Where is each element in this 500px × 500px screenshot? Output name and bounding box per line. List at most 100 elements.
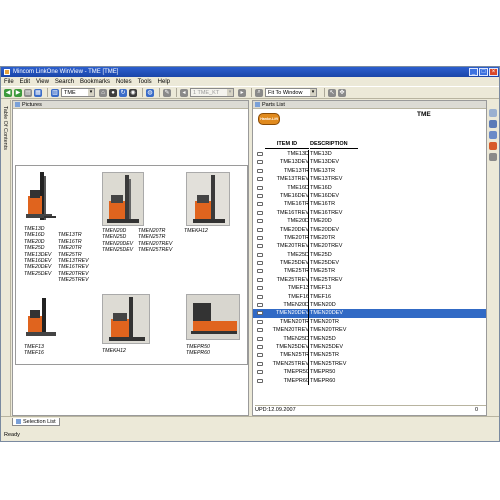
table-row[interactable]: TMEN25D TMEN25D	[253, 334, 486, 343]
flag-icon[interactable]	[489, 142, 497, 150]
part-link-icon[interactable]	[257, 235, 263, 240]
part-link-icon[interactable]	[257, 244, 263, 249]
table-row[interactable]: TME25DEV TME25DEV	[253, 259, 486, 268]
part-link-icon[interactable]	[257, 378, 263, 383]
table-row[interactable]: TMEN25TREV TMEN25TREV	[253, 359, 486, 369]
part-link-icon[interactable]	[257, 210, 263, 215]
refresh-icon[interactable]: ↻	[119, 88, 127, 97]
menu-file[interactable]: File	[4, 79, 14, 85]
part-link-icon[interactable]	[257, 252, 263, 257]
globe-icon[interactable]: ◍	[146, 88, 154, 97]
menu-tools[interactable]: Tools	[138, 79, 152, 85]
part-link-icon[interactable]	[257, 261, 263, 266]
minimize-button[interactable]: _	[469, 68, 478, 76]
pan-icon[interactable]: ✥	[338, 88, 346, 97]
page-combo[interactable]: 1 TME_KT ▾	[190, 88, 234, 97]
thumbnail-4[interactable]: TMEF13 TMEF16	[16, 290, 96, 366]
table-row[interactable]: TMEN25DEV TMEN25DEV	[253, 342, 486, 352]
part-link-icon[interactable]	[257, 202, 263, 207]
menu-bookmarks[interactable]: Bookmarks	[80, 79, 110, 85]
table-row[interactable]: TME16D TME16D	[253, 183, 486, 192]
table-row[interactable]: TME20DEV TME20DEV	[253, 225, 486, 234]
home-icon[interactable]: ⌂	[99, 88, 107, 97]
part-link-icon[interactable]	[257, 361, 263, 366]
table-row[interactable]: TME16DEV TME16DEV	[253, 191, 486, 201]
part-link-icon[interactable]	[257, 177, 263, 182]
part-link-icon[interactable]	[257, 193, 263, 198]
part-link-icon[interactable]	[257, 311, 263, 316]
part-link-icon[interactable]	[257, 185, 263, 190]
part-link-icon[interactable]	[257, 286, 263, 291]
part-link-icon[interactable]	[257, 328, 263, 333]
link-icon[interactable]	[489, 131, 497, 139]
part-link-icon[interactable]	[257, 152, 263, 156]
part-link-icon[interactable]	[257, 269, 263, 274]
forward-icon[interactable]: ▶	[14, 88, 22, 97]
zoom-icon[interactable]: ⌕	[255, 88, 263, 97]
page-icon[interactable]	[489, 109, 497, 117]
table-row[interactable]: TMEN20D TMEN20D	[253, 301, 486, 310]
table-row[interactable]: TME13D TME13D	[253, 150, 486, 159]
stop-icon[interactable]: ●	[109, 88, 117, 97]
table-row[interactable]: TME25TR TME25TR	[253, 267, 486, 276]
table-row[interactable]: TMEN25TR TMEN25TR	[253, 351, 486, 360]
table-row[interactable]: TMEPR60 TMEPR60	[253, 376, 486, 385]
table-row[interactable]: TME25D TME25D	[253, 250, 486, 260]
part-link-icon[interactable]	[257, 227, 263, 232]
table-row[interactable]: TMEPR50 TMEPR50	[253, 368, 486, 377]
table-row[interactable]: TME20TREV TME20TREV	[253, 242, 486, 251]
thumbnail-3[interactable]: TMEKH12	[182, 166, 248, 286]
part-link-icon[interactable]	[257, 168, 263, 173]
column-header-item-id[interactable]: ITEM ID	[265, 141, 309, 149]
table-of-contents-tab[interactable]: Table Of Contents	[1, 100, 11, 416]
part-link-icon[interactable]	[257, 336, 263, 341]
part-link-icon[interactable]	[257, 160, 263, 165]
back-icon[interactable]: ◀	[4, 88, 12, 97]
table-row[interactable]: TME16TREV TME16TREV	[253, 208, 486, 218]
settings-icon[interactable]	[489, 153, 497, 161]
thumbnail-6[interactable]: TMEPR50 TMEPR60	[182, 290, 248, 366]
table-row[interactable]: TMEN20TR TMEN20TR	[253, 317, 486, 327]
menu-help[interactable]: Help	[158, 79, 170, 85]
part-link-icon[interactable]	[257, 277, 263, 282]
part-link-icon[interactable]	[257, 294, 263, 299]
menu-view[interactable]: View	[36, 79, 49, 85]
menu-notes[interactable]: Notes	[116, 79, 132, 85]
page-prev-icon[interactable]: ◂	[180, 88, 188, 97]
part-link-icon[interactable]	[257, 219, 263, 224]
thumbnail-1[interactable]: TME13D TME16D TME20D TME25D TME13DEV TME…	[16, 166, 96, 286]
close-button[interactable]: ×	[489, 68, 498, 76]
thumbnail-5[interactable]: TMEKH12	[100, 290, 180, 366]
table-row[interactable]: TME20TR TME20TR	[253, 233, 486, 243]
bookmark-icon[interactable]: ✎	[163, 88, 171, 97]
table-row[interactable]: TME20D TME20D	[253, 217, 486, 226]
menu-edit[interactable]: Edit	[20, 79, 30, 85]
part-link-icon[interactable]	[257, 370, 263, 375]
hotspot-icon[interactable]: ↖	[328, 88, 336, 97]
table-row[interactable]: TMEN20DEV TMEN20DEV	[253, 309, 486, 318]
table-row[interactable]: TME25TREV TME25TREV	[253, 275, 486, 285]
column-header-description[interactable]: DESCRIPTION	[310, 141, 358, 149]
table-row[interactable]: TME13TR TME13TR	[253, 166, 486, 176]
next-icon[interactable]: ◉	[129, 88, 137, 97]
table-row[interactable]: TMEF13 TMEF13	[253, 284, 486, 293]
table-row[interactable]: TME16TR TME16TR	[253, 200, 486, 209]
table-row[interactable]: TME13TREV TME13TREV	[253, 175, 486, 184]
part-link-icon[interactable]	[257, 353, 263, 358]
table-row[interactable]: TME13DEV TME13DEV	[253, 158, 486, 167]
book-combo[interactable]: TME ▾	[61, 88, 95, 97]
table-row[interactable]: TMEN20TREV TMEN20TREV	[253, 326, 486, 335]
zoom-combo[interactable]: Fit To Window ▾	[265, 88, 317, 97]
note-icon[interactable]	[489, 120, 497, 128]
page-next-icon[interactable]: ▸	[238, 88, 246, 97]
maximize-button[interactable]: □	[479, 68, 488, 76]
table-row[interactable]: TMEF16 TMEF16	[253, 292, 486, 302]
copy-icon[interactable]: ▤	[24, 88, 32, 97]
part-link-icon[interactable]	[257, 319, 263, 324]
menu-search[interactable]: Search	[55, 79, 74, 85]
print-icon[interactable]: ▦	[34, 88, 42, 97]
thumbnail-2[interactable]: TMEN20D TMEN25D TMEN20DEV TMEN25DEV TMEN…	[100, 166, 180, 286]
part-link-icon[interactable]	[257, 303, 263, 308]
tab-selection-list[interactable]: Selection List	[12, 418, 60, 426]
part-link-icon[interactable]	[257, 344, 263, 349]
